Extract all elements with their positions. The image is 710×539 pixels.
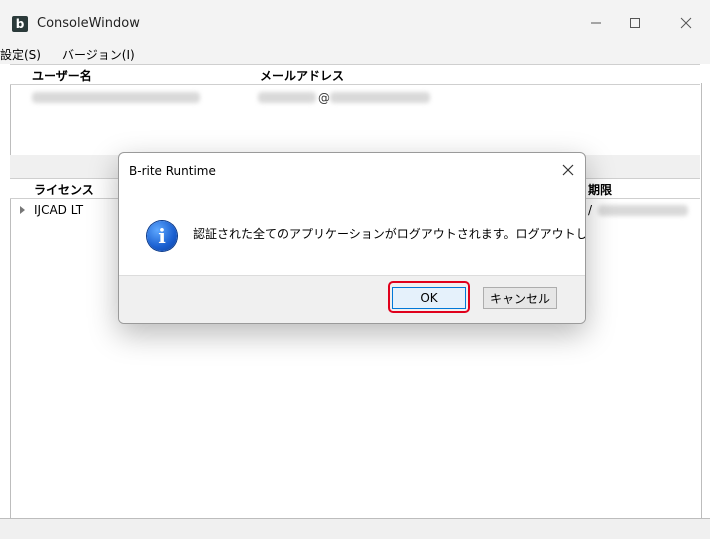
status-bar	[0, 518, 710, 539]
dialog-body: i 認証された全てのアプリケーションがログアウトされます。ログアウトしますか？	[119, 187, 585, 275]
close-icon	[680, 17, 692, 29]
info-icon: i	[147, 221, 177, 251]
license-name[interactable]: IJCAD LT	[34, 203, 83, 217]
redacted-email-local	[258, 92, 316, 103]
redacted-expiry	[598, 205, 688, 216]
column-email[interactable]: メールアドレス	[260, 67, 344, 84]
logout-dialog: B-rite Runtime i 認証された全てのアプリケーションがログアウトさ…	[118, 152, 586, 324]
maximize-icon	[630, 18, 640, 28]
app-icon: b	[12, 16, 28, 32]
close-window-button[interactable]	[672, 12, 700, 34]
column-username[interactable]: ユーザー名	[32, 67, 92, 84]
cancel-button[interactable]: キャンセル	[483, 287, 557, 309]
maximize-button[interactable]	[621, 12, 649, 34]
users-table-header: ユーザー名 メールアドレス	[10, 64, 700, 85]
column-expiry[interactable]: 期限	[588, 181, 612, 198]
dialog-message: 認証された全てのアプリケーションがログアウトされます。ログアウトしますか？	[193, 227, 585, 241]
ok-button-highlight	[388, 281, 470, 313]
dialog-title: B-rite Runtime	[129, 164, 216, 178]
menu-version[interactable]: バージョン(I)	[62, 46, 135, 63]
minimize-icon	[591, 22, 601, 24]
menu-bar: 設定(S) バージョン(I)	[0, 44, 710, 64]
redacted-username	[32, 92, 200, 103]
title-bar: b ConsoleWindow	[0, 0, 710, 44]
window-title: ConsoleWindow	[37, 16, 140, 31]
redacted-email-domain	[330, 92, 430, 103]
dialog-close-button[interactable]	[559, 161, 577, 179]
column-license[interactable]: ライセンス	[34, 181, 94, 198]
email-at-sign: @	[318, 91, 330, 105]
close-icon	[562, 164, 574, 176]
minimize-button[interactable]	[582, 12, 610, 34]
expand-arrow-icon[interactable]	[20, 206, 25, 214]
license-expiry: /	[588, 203, 593, 217]
menu-settings[interactable]: 設定(S)	[0, 46, 41, 63]
